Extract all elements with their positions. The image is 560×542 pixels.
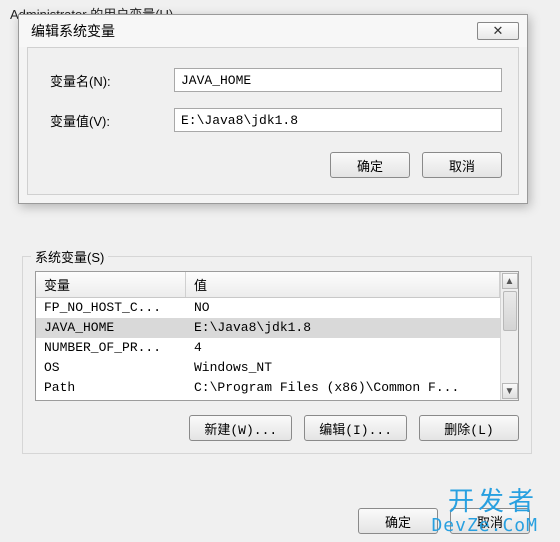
scroll-up-icon[interactable]: ▲ [502,273,518,289]
cell-variable: OS [36,358,186,378]
cell-value: Windows_NT [186,358,500,378]
table-row[interactable]: OSWindows_NT [36,358,500,378]
dialog-button-row: 确定 取消 [44,152,502,178]
cell-value: C:\Program Files (x86)\Common F... [186,378,500,398]
column-header-value[interactable]: 值 [186,272,500,297]
ok-button[interactable]: 确定 [330,152,410,178]
cell-variable: JAVA_HOME [36,318,186,338]
scroll-down-icon[interactable]: ▼ [502,383,518,399]
new-button[interactable]: 新建(W)... [189,415,292,441]
list-rows: FP_NO_HOST_C...NOJAVA_HOMEE:\Java8\jdk1.… [36,298,500,398]
edit-button[interactable]: 编辑(I)... [304,415,407,441]
cell-variable: Path [36,378,186,398]
edit-system-variable-dialog: 编辑系统变量 ✕ 变量名(N): 变量值(V): 确定 取消 [18,14,528,204]
system-variables-label: 系统变量(S) [31,247,108,266]
list-header: 变量 值 [36,272,500,298]
bottom-cancel-button[interactable]: 取消 [450,508,530,534]
variable-name-row: 变量名(N): [44,68,502,92]
variable-value-input[interactable] [174,108,502,132]
table-row[interactable]: NUMBER_OF_PR...4 [36,338,500,358]
column-header-variable[interactable]: 变量 [36,272,186,297]
cell-variable: FP_NO_HOST_C... [36,298,186,318]
vertical-scrollbar[interactable]: ▲ ▼ [500,272,518,400]
variable-name-label: 变量名(N): [44,71,174,90]
cancel-button[interactable]: 取消 [422,152,502,178]
table-row[interactable]: FP_NO_HOST_C...NO [36,298,500,318]
dialog-titlebar: 编辑系统变量 ✕ [19,15,527,47]
bottom-button-row: 确定 取消 [0,508,560,534]
scroll-thumb[interactable] [503,291,517,331]
dialog-body: 变量名(N): 变量值(V): 确定 取消 [27,47,519,195]
cell-value: NO [186,298,500,318]
variable-value-label: 变量值(V): [44,111,174,130]
variable-value-row: 变量值(V): [44,108,502,132]
cell-value: E:\Java8\jdk1.8 [186,318,500,338]
cell-value: 4 [186,338,500,358]
dialog-title: 编辑系统变量 [31,21,115,41]
close-icon: ✕ [493,23,504,39]
table-row[interactable]: PathC:\Program Files (x86)\Common F... [36,378,500,398]
close-button[interactable]: ✕ [477,22,519,40]
delete-button[interactable]: 删除(L) [419,415,519,441]
system-variables-list[interactable]: 变量 值 FP_NO_HOST_C...NOJAVA_HOMEE:\Java8\… [35,271,519,401]
bottom-ok-button[interactable]: 确定 [358,508,438,534]
cell-variable: NUMBER_OF_PR... [36,338,186,358]
variable-name-input[interactable] [174,68,502,92]
table-row[interactable]: JAVA_HOMEE:\Java8\jdk1.8 [36,318,500,338]
system-variables-group: 系统变量(S) 变量 值 FP_NO_HOST_C...NOJAVA_HOMEE… [22,256,532,454]
system-variables-buttons: 新建(W)... 编辑(I)... 删除(L) [35,415,519,441]
list-content: 变量 值 FP_NO_HOST_C...NOJAVA_HOMEE:\Java8\… [36,272,500,400]
